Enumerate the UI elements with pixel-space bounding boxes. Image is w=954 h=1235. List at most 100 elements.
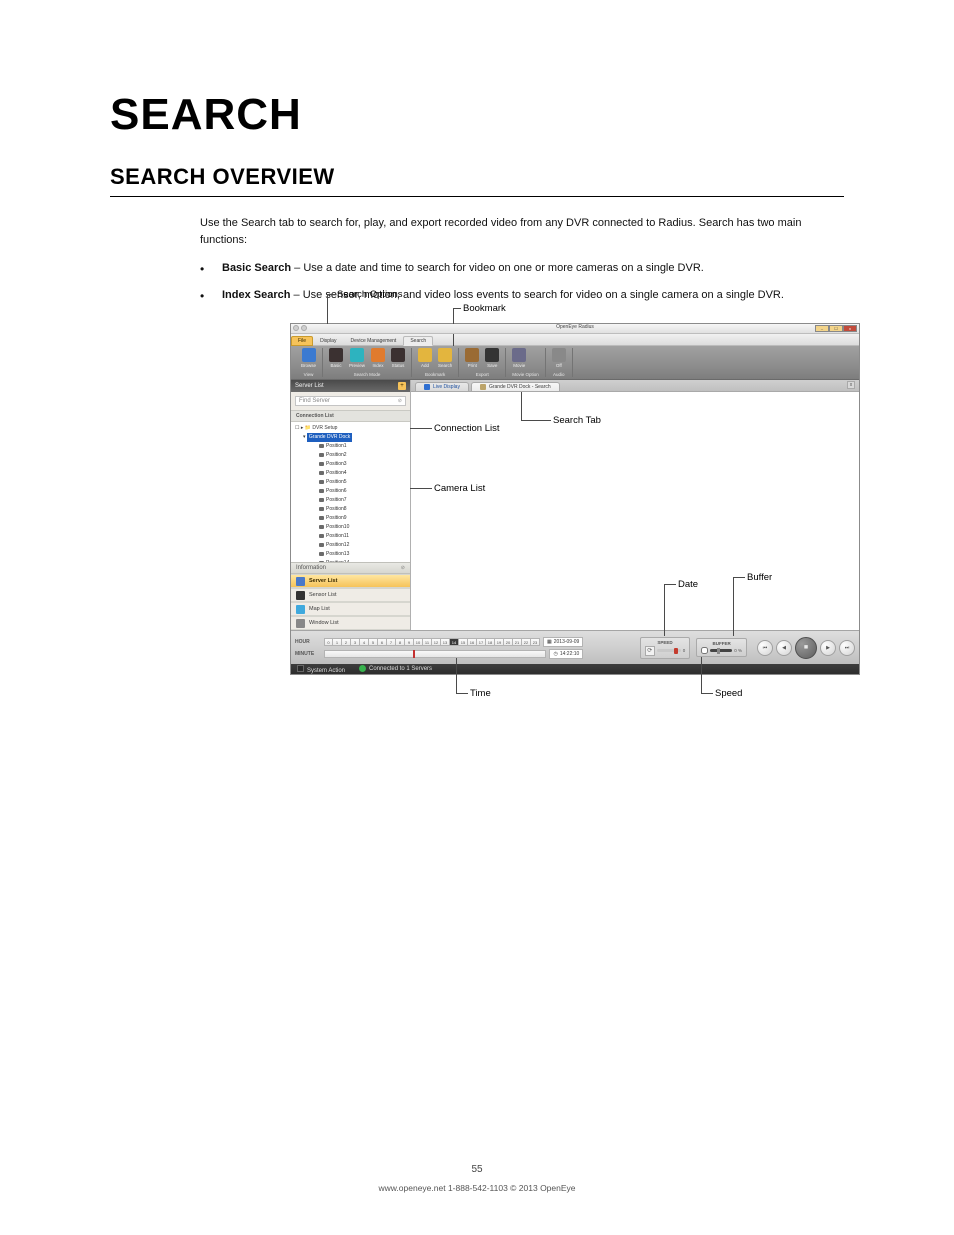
tree-root[interactable]: ☐ ▸ 📁 DVR Setup bbox=[295, 424, 406, 433]
tree-camera-item[interactable]: Position5 bbox=[295, 478, 406, 487]
hour-cell[interactable]: 3 bbox=[351, 638, 360, 646]
section-title-h2: SEARCH OVERVIEW bbox=[110, 164, 844, 197]
skip-back-button[interactable] bbox=[757, 640, 773, 656]
date-input[interactable]: ▦ 2013-09-09 bbox=[543, 637, 583, 647]
tree-device-selected[interactable]: Grande DVR Dock bbox=[307, 433, 352, 442]
hour-cell[interactable]: 1 bbox=[333, 638, 342, 646]
tree-camera-item[interactable]: Position13 bbox=[295, 550, 406, 559]
tree-camera-item[interactable]: Position1 bbox=[295, 442, 406, 451]
hour-cell[interactable]: 13 bbox=[441, 638, 450, 646]
tree-camera-item[interactable]: Position3 bbox=[295, 460, 406, 469]
hour-cell[interactable]: 5 bbox=[369, 638, 378, 646]
status-conn-text: Connected to 1 Servers bbox=[369, 667, 432, 673]
hour-cell[interactable]: 7 bbox=[387, 638, 396, 646]
tree-camera-item[interactable]: Position4 bbox=[295, 469, 406, 478]
info-collapse-icon[interactable]: ⊘ bbox=[401, 565, 405, 571]
ribbon-tab-search[interactable]: Search bbox=[403, 336, 433, 346]
ribbon-button-save[interactable]: Save bbox=[485, 348, 499, 368]
speed-slider[interactable] bbox=[657, 649, 681, 652]
search-icon bbox=[438, 348, 452, 362]
window-titlebar: OpenEye Radius – ☐ x bbox=[291, 324, 859, 334]
skip-forward-button[interactable] bbox=[839, 640, 855, 656]
callout-time: Time bbox=[470, 688, 491, 699]
quick-icon[interactable] bbox=[301, 325, 307, 331]
hour-cell[interactable]: 4 bbox=[360, 638, 369, 646]
window-minimize-button[interactable]: – bbox=[815, 325, 829, 332]
hour-cell[interactable]: 6 bbox=[378, 638, 387, 646]
hour-cell[interactable]: 20 bbox=[504, 638, 513, 646]
ribbon-tab-file[interactable]: File bbox=[291, 336, 313, 346]
ribbon-button-status[interactable]: Status bbox=[391, 348, 405, 368]
time-input[interactable]: ◷ 14:22:10 bbox=[549, 649, 583, 659]
hour-cell[interactable]: 12 bbox=[432, 638, 441, 646]
ribbon-tab-display[interactable]: Display bbox=[313, 336, 343, 346]
find-server-input[interactable]: Find Server ⊘ bbox=[295, 396, 406, 406]
hour-cell[interactable]: 15 bbox=[459, 638, 468, 646]
tree-camera-item[interactable]: Position6 bbox=[295, 487, 406, 496]
tree-camera-item[interactable]: Position12 bbox=[295, 541, 406, 550]
ribbon-button-movie[interactable]: Movie bbox=[512, 348, 526, 368]
side-tab-window-list[interactable]: Window List bbox=[291, 616, 410, 630]
window-close-button[interactable]: x bbox=[843, 325, 857, 332]
view-tab-live[interactable]: Live Display bbox=[415, 382, 469, 391]
side-tab-map-list[interactable]: Map List bbox=[291, 602, 410, 616]
find-clear-icon[interactable]: ⊘ bbox=[398, 398, 402, 404]
ribbon-button-basic[interactable]: Basic bbox=[329, 348, 343, 368]
speed-reset-icon[interactable]: ⟳ bbox=[645, 646, 655, 656]
tree-camera-item[interactable]: Position11 bbox=[295, 532, 406, 541]
buffer-control[interactable]: BUFFER 0 % bbox=[696, 638, 747, 657]
hour-cell[interactable]: 2 bbox=[342, 638, 351, 646]
hour-cell[interactable]: 9 bbox=[405, 638, 414, 646]
buffer-checkbox[interactable] bbox=[701, 647, 708, 654]
sysmenu-icon[interactable] bbox=[293, 325, 299, 331]
side-tab-sensor-list[interactable]: Sensor List bbox=[291, 588, 410, 602]
ribbon-button-search[interactable]: Search bbox=[438, 348, 452, 368]
hour-cell[interactable]: 10 bbox=[414, 638, 423, 646]
tree-camera-item[interactable]: Position10 bbox=[295, 523, 406, 532]
tree-camera-item[interactable]: Position7 bbox=[295, 496, 406, 505]
ribbon-button-print[interactable]: Print bbox=[465, 348, 479, 368]
hour-cell[interactable]: 18 bbox=[486, 638, 495, 646]
hour-cell[interactable]: 23 bbox=[531, 638, 540, 646]
connection-tree[interactable]: ☐ ▸ 📁 DVR Setup ▾ Grande DVR Dock Positi… bbox=[291, 422, 410, 562]
view-tab-search[interactable]: Grande DVR Dock - Search bbox=[471, 382, 560, 391]
hour-cell[interactable]: 21 bbox=[513, 638, 522, 646]
window-maximize-button[interactable]: ☐ bbox=[829, 325, 843, 332]
hour-cell[interactable]: 19 bbox=[495, 638, 504, 646]
speed-knob[interactable] bbox=[674, 648, 678, 654]
tree-camera-item[interactable]: Position9 bbox=[295, 514, 406, 523]
add-server-button[interactable]: + bbox=[398, 382, 406, 390]
information-panel[interactable]: Information ⊘ bbox=[291, 562, 410, 573]
speed-control[interactable]: SPEED ⟳ 0 bbox=[640, 637, 691, 659]
hour-cell[interactable]: 16 bbox=[468, 638, 477, 646]
save-icon bbox=[485, 348, 499, 362]
hour-cell[interactable]: 11 bbox=[423, 638, 432, 646]
hour-cell[interactable]: 22 bbox=[522, 638, 531, 646]
hour-cell[interactable]: 8 bbox=[396, 638, 405, 646]
ribbon-button-off[interactable]: Off bbox=[552, 348, 566, 368]
view-close-button[interactable]: x bbox=[847, 381, 855, 389]
stop-button[interactable] bbox=[795, 637, 817, 659]
buffer-slider[interactable] bbox=[710, 649, 732, 652]
minute-timeline[interactable] bbox=[324, 650, 546, 658]
tree-camera-item[interactable]: Position8 bbox=[295, 505, 406, 514]
step-back-button[interactable] bbox=[776, 640, 792, 656]
side-tab-server-list[interactable]: Server List bbox=[291, 574, 410, 588]
ribbon-button-add[interactable]: Add bbox=[418, 348, 432, 368]
ribbon-button-browse[interactable]: Browse bbox=[301, 348, 316, 368]
search-tab-label: Grande DVR Dock - Search bbox=[489, 384, 551, 390]
tree-camera-item[interactable]: Position2 bbox=[295, 451, 406, 460]
ribbon-button-preview[interactable]: Preview bbox=[349, 348, 365, 368]
hour-selector[interactable]: 01234567891011121314151617181920212223 bbox=[324, 638, 540, 646]
bullet-title: Index Search bbox=[222, 289, 290, 301]
ribbon-tab-device[interactable]: Device Management bbox=[343, 336, 403, 346]
hour-cell[interactable]: 0 bbox=[324, 638, 333, 646]
tree-root-label: DVR Setup bbox=[312, 425, 337, 431]
buffer-knob[interactable] bbox=[717, 648, 720, 654]
ribbon-button-index[interactable]: Index bbox=[371, 348, 385, 368]
hour-cell[interactable]: 14 bbox=[450, 638, 459, 646]
tree-device-row[interactable]: ▾ Grande DVR Dock bbox=[295, 433, 406, 442]
minute-marker[interactable] bbox=[413, 650, 415, 658]
play-button[interactable] bbox=[820, 640, 836, 656]
hour-cell[interactable]: 17 bbox=[477, 638, 486, 646]
